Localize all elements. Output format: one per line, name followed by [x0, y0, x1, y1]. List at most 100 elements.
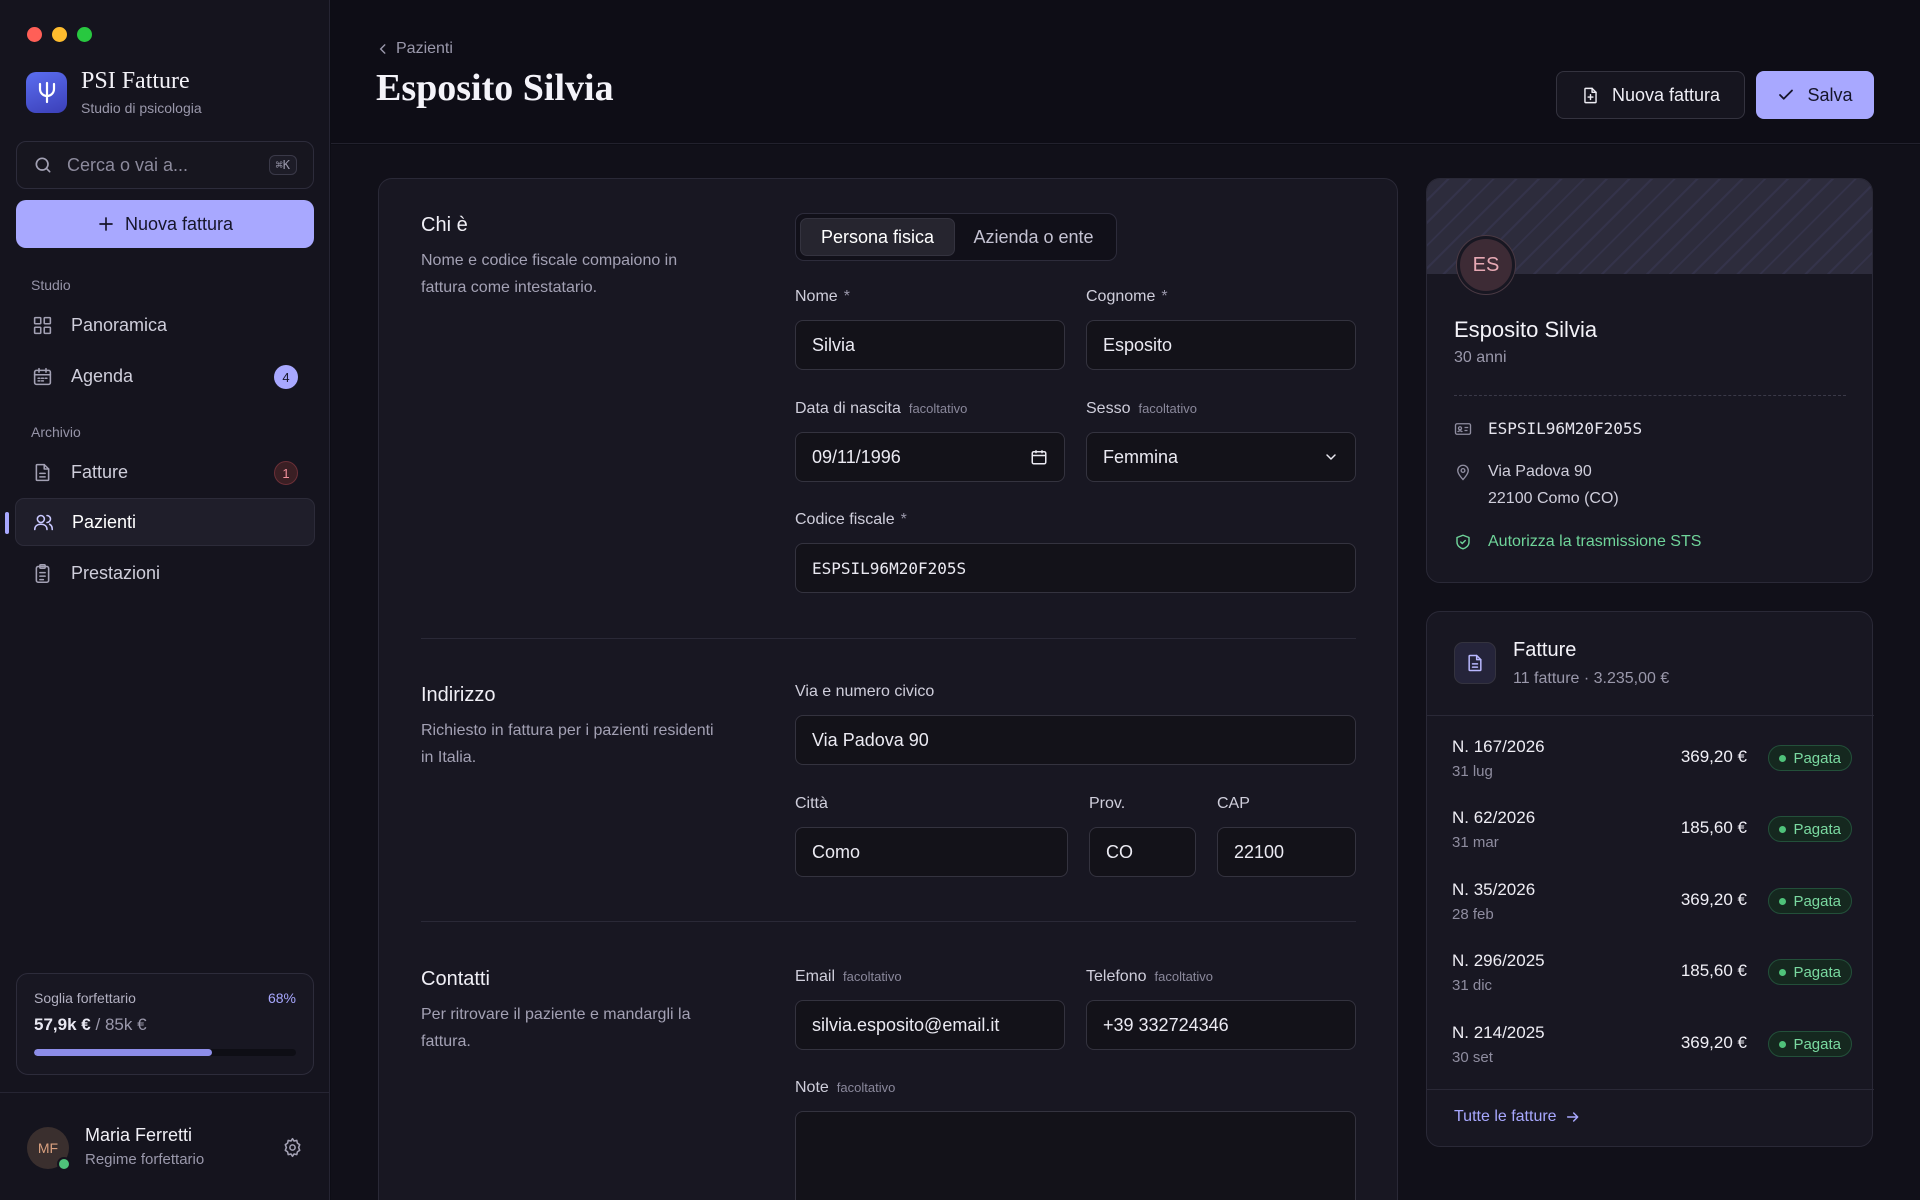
- clipboard-icon: [35, 563, 50, 583]
- app-title: PSI Fatture: [81, 68, 190, 94]
- email-field[interactable]: silvia.esposito@email.it: [795, 1000, 1065, 1050]
- sidebar-item-label: Fatture: [71, 461, 129, 482]
- status-badge: Pagata: [1768, 959, 1852, 985]
- user-role: Regime forfettario: [85, 1151, 205, 1168]
- cognome-field[interactable]: Esposito: [1086, 320, 1356, 370]
- page-header: Pazienti Esposito Silvia Nuova fattura S…: [331, 0, 1920, 144]
- section-desc-chi: Nome e codice fiscale compaiono in fattu…: [421, 252, 678, 296]
- sidebar-item-prestazioni[interactable]: Prestazioni: [15, 549, 315, 597]
- invoice-amount: 185,60 €: [1680, 818, 1747, 837]
- app-subtitle: Studio di psicologia: [81, 100, 202, 116]
- user-panel: MF Maria Ferretti Regime forfettario: [0, 1092, 330, 1200]
- cap-field[interactable]: 22100: [1217, 827, 1356, 877]
- sidebar: PSI Fatture Studio di psicologia Cerca o…: [0, 0, 330, 1200]
- required-mark: *: [1161, 288, 1168, 305]
- optional-tag: facoltativo: [1138, 401, 1198, 416]
- invoice-amount: 185,60 €: [1680, 961, 1747, 980]
- note-textarea[interactable]: [795, 1111, 1356, 1200]
- profile-sts-row: Autorizza la trasmissione STS: [1454, 528, 1701, 555]
- profile-sts: Autorizza la trasmissione STS: [1488, 533, 1702, 550]
- invoice-row[interactable]: N. 35/2026 28 feb 369,20 € Pagata: [1452, 878, 1852, 934]
- status-label: Pagata: [1793, 1035, 1841, 1053]
- sesso-value: Femmina: [1103, 446, 1179, 467]
- sidebar-item-pazienti[interactable]: Pazienti: [15, 498, 315, 546]
- sidebar-new-invoice-button[interactable]: Nuova fattura: [16, 200, 314, 248]
- cap-label: CAP: [1217, 795, 1250, 812]
- invoice-row[interactable]: N. 62/2026 31 mar 185,60 € Pagata: [1452, 806, 1852, 862]
- profile-divider: [1454, 395, 1846, 396]
- threshold-progress-fill: [34, 1049, 213, 1056]
- sesso-label-text: Sesso: [1086, 400, 1131, 417]
- threshold-percent: 68%: [267, 990, 296, 1006]
- nome-field[interactable]: Silvia: [795, 320, 1065, 370]
- invoice-date: 31 lug: [1452, 763, 1493, 780]
- header-new-invoice-button[interactable]: Nuova fattura: [1556, 71, 1745, 119]
- status-badge: Pagata: [1768, 816, 1852, 842]
- telefono-field[interactable]: +39 332724346: [1086, 1000, 1356, 1050]
- invoice-amount: 369,20 €: [1680, 747, 1747, 766]
- cognome-label: Cognome *: [1086, 288, 1168, 306]
- fatture-count-badge: 1: [274, 461, 298, 485]
- invoices-card: Fatture 11 fatture · 3.235,00 € N. 167/2…: [1426, 611, 1874, 1147]
- section-desc-indirizzo: Richiesto in fattura per i pazienti resi…: [421, 722, 714, 766]
- prov-field[interactable]: CO: [1089, 827, 1196, 877]
- threshold-widget: Soglia forfettario 68% 57,9k € / 85k €: [16, 973, 314, 1075]
- via-field[interactable]: Via Padova 90: [795, 715, 1356, 765]
- codice-fiscale-field[interactable]: ESPSIL96M20F205S: [795, 543, 1356, 593]
- patient-profile-card: ES Esposito Silvia 30 anni ESPSIL96M20F2…: [1426, 178, 1873, 583]
- nome-label-text: Nome: [795, 288, 838, 305]
- cf-label: Codice fiscale *: [795, 511, 907, 529]
- status-badge: Pagata: [1768, 888, 1852, 914]
- sidebar-item-agenda[interactable]: Agenda 4: [15, 352, 315, 400]
- breadcrumb-label: Pazienti: [396, 40, 453, 57]
- sesso-select[interactable]: Femmina: [1086, 432, 1356, 482]
- threshold-current: 57,9k €: [34, 1015, 91, 1034]
- note-label: Note facoltativo: [795, 1079, 895, 1097]
- breadcrumb[interactable]: Pazienti: [376, 40, 453, 58]
- invoice-row[interactable]: N. 167/2026 31 lug 369,20 € Pagata: [1452, 735, 1852, 791]
- status-dot: [1779, 1040, 1787, 1048]
- toggle-azienda[interactable]: Azienda o ente: [955, 218, 1112, 256]
- invoices-divider: [1427, 715, 1874, 716]
- required-mark: *: [900, 511, 907, 528]
- sidebar-item-panoramica[interactable]: Panoramica: [15, 301, 315, 349]
- invoice-row[interactable]: N. 296/2025 31 dic 185,60 € Pagata: [1452, 949, 1852, 1005]
- id-card-icon: [1454, 423, 1472, 435]
- sidebar-item-label: Prestazioni: [71, 562, 161, 583]
- invoice-number: N. 35/2026: [1452, 880, 1536, 899]
- active-indicator: [5, 512, 9, 534]
- profile-cf: ESPSIL96M20F205S: [1488, 419, 1643, 438]
- invoice-row[interactable]: N. 214/2025 30 set 369,20 € Pagata: [1452, 1021, 1852, 1077]
- all-invoices-link[interactable]: Tutte le fatture: [1454, 1108, 1581, 1126]
- settings-button[interactable]: [282, 1137, 303, 1158]
- window-close-button[interactable]: [27, 27, 42, 42]
- invoice-date: 30 set: [1452, 1049, 1493, 1066]
- calendar-icon: [33, 367, 52, 385]
- patient-form: Chi è Nome e codice fiscale compaiono in…: [378, 178, 1398, 1200]
- birthdate-field[interactable]: 09/11/1996: [795, 432, 1065, 482]
- invoice-date: 31 dic: [1452, 977, 1493, 994]
- citta-field[interactable]: Como: [795, 827, 1068, 877]
- search-input[interactable]: Cerca o vai a... ⌘K: [16, 141, 314, 189]
- section-divider: [421, 921, 1356, 922]
- threshold-separator: /: [95, 1015, 101, 1034]
- psi-logo-icon: [26, 71, 67, 113]
- cf-label-text: Codice fiscale: [795, 511, 895, 528]
- all-invoices-label: Tutte le fatture: [1454, 1108, 1557, 1125]
- window-zoom-button[interactable]: [77, 27, 92, 42]
- window-minimize-button[interactable]: [52, 27, 67, 42]
- citta-label: Città: [795, 795, 828, 812]
- calendar-picker-icon[interactable]: [1030, 448, 1048, 466]
- toggle-persona-fisica[interactable]: Persona fisica: [800, 218, 956, 256]
- sidebar-item-fatture[interactable]: Fatture 1: [15, 448, 315, 496]
- status-dot: [1779, 825, 1787, 833]
- search-shortcut: ⌘K: [268, 155, 297, 175]
- save-button[interactable]: Salva: [1756, 71, 1874, 119]
- nascita-label-text: Data di nascita: [795, 400, 901, 417]
- section-title-contatti: Contatti: [421, 968, 490, 990]
- optional-tag: facoltativo: [836, 1080, 896, 1095]
- sesso-label: Sesso facoltativo: [1086, 400, 1197, 418]
- document-icon: [35, 463, 50, 481]
- invoice-file-icon: [1454, 642, 1496, 684]
- email-label-text: Email: [795, 968, 836, 985]
